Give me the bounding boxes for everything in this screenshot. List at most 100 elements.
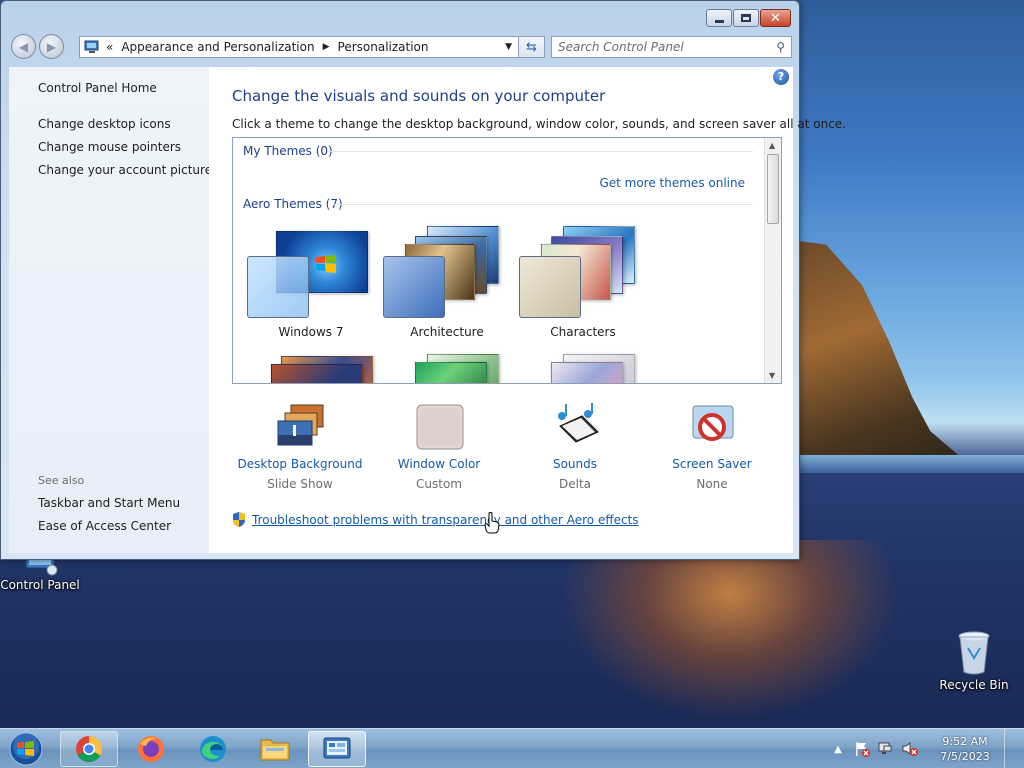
my-themes-group-header[interactable]: My Themes (0) [243,144,333,158]
edge-icon [200,736,226,762]
theme-windows-7[interactable]: Windows 7 [243,224,379,344]
wallpaper-reflection [560,540,900,720]
theme-partial[interactable] [379,348,515,383]
screen-saver-icon [692,405,734,441]
hand-cursor-icon [484,512,500,534]
folder-icon [260,739,290,761]
desktop-background-tile[interactable]: Desktop Background Slide Show [230,402,370,502]
ease-of-access-link[interactable]: Ease of Access Center [38,519,171,533]
aero-themes-group-header[interactable]: Aero Themes (7) [243,197,343,211]
see-also-label: See also [38,474,85,487]
taskbar-file-explorer[interactable] [246,731,304,767]
minimize-icon [714,19,724,23]
group-divider [333,204,753,205]
tile-subtitle: Custom [416,477,462,491]
desktop-icon-label: Recycle Bin [939,678,1009,692]
close-button[interactable]: ✕ [760,9,791,27]
maximize-button[interactable] [733,9,759,27]
tile-subtitle: None [696,477,728,491]
screen-saver-tile[interactable]: Screen Saver None [642,402,782,502]
system-tray: ▲ 9:52 AM 7/5/2023 [826,729,1016,768]
theme-color-swatch [383,256,445,318]
theme-architecture[interactable]: Architecture [379,224,515,344]
taskbar-chrome[interactable] [60,731,118,767]
maximize-icon [741,14,751,22]
clock-date: 7/5/2023 [940,750,990,763]
troubleshoot-aero-link[interactable]: Troubleshoot problems with transparency … [232,512,639,527]
desktop-background-icon [277,404,324,446]
theme-list[interactable]: My Themes (0) Get more themes online Aer… [232,137,782,384]
tile-subtitle: Slide Show [267,477,333,491]
breadcrumb-separator-icon[interactable]: ▶ [323,42,330,52]
get-more-themes-link[interactable]: Get more themes online [599,176,745,190]
taskbar-control-panel[interactable] [308,731,366,767]
action-center-flag-icon[interactable] [853,741,871,757]
network-icon[interactable] [877,741,895,757]
taskbar: ▲ 9:52 AM 7/5/2023 [0,728,1024,768]
change-desktop-icons-link[interactable]: Change desktop icons [38,117,171,131]
control-panel-home-link[interactable]: Control Panel Home [38,81,157,95]
help-icon[interactable]: ? [773,69,789,85]
windows-logo-icon [316,255,336,273]
tile-title[interactable]: Desktop Background [230,457,370,471]
sounds-icon [558,403,599,443]
address-bar[interactable]: « Appearance and Personalization ▶ Perso… [79,36,519,58]
scroll-thumb[interactable] [767,154,779,224]
taskbar-edge[interactable] [184,731,242,767]
show-hidden-icons-icon[interactable]: ▲ [829,741,847,757]
control-panel-icon [323,737,351,759]
breadcrumb-overflow[interactable]: « [106,40,113,54]
tile-title[interactable]: Screen Saver [642,457,782,471]
breadcrumb-appearance[interactable]: Appearance and Personalization [121,40,314,54]
address-dropdown-icon[interactable]: ▼ [505,42,512,52]
theme-partial[interactable] [243,348,379,383]
scroll-up-icon[interactable]: ▲ [769,141,775,150]
change-mouse-pointers-link[interactable]: Change mouse pointers [38,140,181,154]
desktop-icon-recycle-bin[interactable]: Recycle Bin [934,630,1014,692]
show-desktop-button[interactable] [1004,729,1016,768]
breadcrumb-personalization[interactable]: Personalization [338,40,429,54]
search-placeholder: Search Control Panel [558,40,684,54]
taskbar-start-menu-link[interactable]: Taskbar and Start Menu [38,496,180,510]
tile-subtitle: Delta [558,477,591,491]
page-title: Change the visuals and sounds on your co… [232,87,606,105]
change-account-picture-link[interactable]: Change your account picture [38,163,212,177]
start-orb-icon [9,732,43,766]
taskbar-firefox[interactable] [122,731,180,767]
close-icon: ✕ [770,10,781,26]
firefox-icon [138,736,164,762]
theme-name: Windows 7 [278,325,344,339]
theme-preview-image [271,364,363,383]
wallpaper-water [790,455,1024,473]
clock-time: 9:52 AM [942,735,988,748]
refresh-button[interactable]: ⇆ [519,36,545,58]
tasks-pane: Control Panel Home Change desktop icons … [9,67,212,553]
theme-preview-image [551,362,623,383]
troubleshoot-link-text[interactable]: Troubleshoot problems with transparency … [252,513,639,527]
theme-preview-image [415,362,487,383]
theme-list-scrollbar[interactable]: ▲ ▼ [764,138,781,383]
tile-title[interactable]: Window Color [369,457,509,471]
back-arrow-icon: ◀ [18,39,29,54]
back-button[interactable]: ◀ [11,34,36,59]
scroll-down-icon[interactable]: ▼ [769,371,775,380]
navigation-bar: ◀ ▶ « Appearance and Personalization ▶ P… [9,33,793,61]
theme-color-swatch [247,256,309,318]
start-button[interactable] [6,731,46,767]
search-icon[interactable]: ⚲ [776,40,785,54]
chrome-icon [76,736,103,763]
volume-muted-icon[interactable] [901,741,919,757]
taskbar-clock[interactable]: 9:52 AM 7/5/2023 [930,734,1000,764]
window-caption-buttons: ✕ [705,9,791,27]
minimize-button[interactable] [706,9,732,27]
forward-button[interactable]: ▶ [39,34,64,59]
theme-characters[interactable]: Characters [515,224,651,344]
window-color-icon [416,404,464,450]
theme-name: Characters [550,325,616,339]
search-input[interactable]: Search Control Panel ⚲ [551,36,792,58]
window-color-tile[interactable]: Window Color Custom [369,402,509,502]
tile-title[interactable]: Sounds [505,457,645,471]
sounds-tile[interactable]: Sounds Delta [505,402,645,502]
group-divider [328,151,753,152]
theme-partial[interactable] [515,348,651,383]
